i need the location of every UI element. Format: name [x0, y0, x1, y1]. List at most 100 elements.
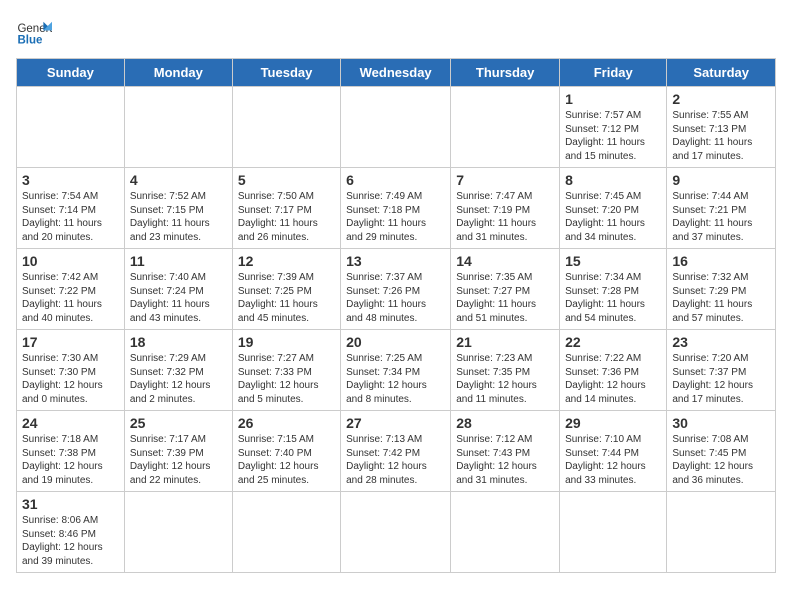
day-info: Sunrise: 7:25 AM Sunset: 7:34 PM Dayligh…	[346, 352, 445, 406]
week-row-4: 24 Sunrise: 7:18 AM Sunset: 7:38 PM Dayli…	[17, 411, 776, 492]
day-info: Sunrise: 7:32 AM Sunset: 7:29 PM Dayligh…	[672, 271, 770, 325]
calendar-cell: 18 Sunrise: 7:29 AM Sunset: 7:32 PM Dayli…	[124, 330, 232, 411]
day-info: Sunrise: 7:27 AM Sunset: 7:33 PM Dayligh…	[238, 352, 335, 406]
day-number: 20	[346, 334, 445, 350]
day-info: Sunrise: 7:34 AM Sunset: 7:28 PM Dayligh…	[565, 271, 661, 325]
day-number: 11	[130, 253, 227, 269]
calendar-cell: 23 Sunrise: 7:20 AM Sunset: 7:37 PM Dayli…	[667, 330, 776, 411]
day-info: Sunrise: 7:40 AM Sunset: 7:24 PM Dayligh…	[130, 271, 227, 325]
day-number: 27	[346, 415, 445, 431]
logo-icon: General Blue	[16, 16, 52, 52]
calendar-cell: 28 Sunrise: 7:12 AM Sunset: 7:43 PM Dayli…	[451, 411, 560, 492]
calendar-cell: 17 Sunrise: 7:30 AM Sunset: 7:30 PM Dayli…	[17, 330, 125, 411]
day-info: Sunrise: 8:06 AM Sunset: 8:46 PM Dayligh…	[22, 514, 119, 568]
calendar-cell: 6 Sunrise: 7:49 AM Sunset: 7:18 PM Daylig…	[341, 168, 451, 249]
calendar-cell: 11 Sunrise: 7:40 AM Sunset: 7:24 PM Dayli…	[124, 249, 232, 330]
calendar-cell: 22 Sunrise: 7:22 AM Sunset: 7:36 PM Dayli…	[560, 330, 667, 411]
calendar-cell: 26 Sunrise: 7:15 AM Sunset: 7:40 PM Dayli…	[232, 411, 340, 492]
day-info: Sunrise: 7:45 AM Sunset: 7:20 PM Dayligh…	[565, 190, 661, 244]
day-info: Sunrise: 7:35 AM Sunset: 7:27 PM Dayligh…	[456, 271, 554, 325]
calendar-cell: 27Sunrise: 7:13 AM Sunset: 7:42 PM Dayli…	[341, 411, 451, 492]
day-info: Sunrise: 7:37 AM Sunset: 7:26 PM Dayligh…	[346, 271, 445, 325]
calendar-cell: 4 Sunrise: 7:52 AM Sunset: 7:15 PM Daylig…	[124, 168, 232, 249]
weekday-header-thursday: Thursday	[451, 59, 560, 87]
day-number: 22	[565, 334, 661, 350]
day-info: Sunrise: 7:12 AM Sunset: 7:43 PM Dayligh…	[456, 433, 554, 487]
weekday-header-saturday: Saturday	[667, 59, 776, 87]
day-info: Sunrise: 7:49 AM Sunset: 7:18 PM Dayligh…	[346, 190, 445, 244]
calendar-cell: 1Sunrise: 7:57 AM Sunset: 7:12 PM Daylig…	[560, 87, 667, 168]
day-number: 5	[238, 172, 335, 188]
day-number: 29	[565, 415, 661, 431]
day-info: Sunrise: 7:47 AM Sunset: 7:19 PM Dayligh…	[456, 190, 554, 244]
week-row-5: 31Sunrise: 8:06 AM Sunset: 8:46 PM Dayli…	[17, 492, 776, 573]
week-row-1: 3Sunrise: 7:54 AM Sunset: 7:14 PM Daylig…	[17, 168, 776, 249]
day-info: Sunrise: 7:29 AM Sunset: 7:32 PM Dayligh…	[130, 352, 227, 406]
day-info: Sunrise: 7:52 AM Sunset: 7:15 PM Dayligh…	[130, 190, 227, 244]
calendar-cell: 13 Sunrise: 7:37 AM Sunset: 7:26 PM Dayli…	[341, 249, 451, 330]
week-row-2: 10Sunrise: 7:42 AM Sunset: 7:22 PM Dayli…	[17, 249, 776, 330]
day-info: Sunrise: 7:30 AM Sunset: 7:30 PM Dayligh…	[22, 352, 119, 406]
day-info: Sunrise: 7:44 AM Sunset: 7:21 PM Dayligh…	[672, 190, 770, 244]
day-number: 15	[565, 253, 661, 269]
day-info: Sunrise: 7:15 AM Sunset: 7:40 PM Dayligh…	[238, 433, 335, 487]
header: General Blue	[16, 16, 776, 52]
day-number: 25	[130, 415, 227, 431]
day-number: 23	[672, 334, 770, 350]
day-number: 26	[238, 415, 335, 431]
calendar-cell: 3Sunrise: 7:54 AM Sunset: 7:14 PM Daylig…	[17, 168, 125, 249]
calendar-cell: 15 Sunrise: 7:34 AM Sunset: 7:28 PM Dayli…	[560, 249, 667, 330]
day-info: Sunrise: 7:57 AM Sunset: 7:12 PM Dayligh…	[565, 109, 661, 163]
weekday-header-tuesday: Tuesday	[232, 59, 340, 87]
day-number: 28	[456, 415, 554, 431]
calendar-cell	[232, 87, 340, 168]
calendar-cell: 5 Sunrise: 7:50 AM Sunset: 7:17 PM Daylig…	[232, 168, 340, 249]
calendar-cell	[451, 87, 560, 168]
day-number: 17	[22, 334, 119, 350]
day-number: 21	[456, 334, 554, 350]
week-row-0: 1Sunrise: 7:57 AM Sunset: 7:12 PM Daylig…	[17, 87, 776, 168]
day-number: 6	[346, 172, 445, 188]
day-info: Sunrise: 7:39 AM Sunset: 7:25 PM Dayligh…	[238, 271, 335, 325]
day-number: 7	[456, 172, 554, 188]
day-number: 24	[22, 415, 119, 431]
day-number: 16	[672, 253, 770, 269]
day-number: 13	[346, 253, 445, 269]
calendar-cell: 7 Sunrise: 7:47 AM Sunset: 7:19 PM Daylig…	[451, 168, 560, 249]
day-info: Sunrise: 7:18 AM Sunset: 7:38 PM Dayligh…	[22, 433, 119, 487]
day-info: Sunrise: 7:08 AM Sunset: 7:45 PM Dayligh…	[672, 433, 770, 487]
day-number: 9	[672, 172, 770, 188]
calendar-table: SundayMondayTuesdayWednesdayThursdayFrid…	[16, 58, 776, 573]
day-number: 14	[456, 253, 554, 269]
day-info: Sunrise: 7:17 AM Sunset: 7:39 PM Dayligh…	[130, 433, 227, 487]
calendar-cell: 9 Sunrise: 7:44 AM Sunset: 7:21 PM Daylig…	[667, 168, 776, 249]
day-number: 2	[672, 91, 770, 107]
day-number: 19	[238, 334, 335, 350]
calendar-cell: 2Sunrise: 7:55 AM Sunset: 7:13 PM Daylig…	[667, 87, 776, 168]
day-number: 18	[130, 334, 227, 350]
calendar-cell: 8Sunrise: 7:45 AM Sunset: 7:20 PM Daylig…	[560, 168, 667, 249]
day-number: 3	[22, 172, 119, 188]
calendar-cell: 24 Sunrise: 7:18 AM Sunset: 7:38 PM Dayli…	[17, 411, 125, 492]
day-info: Sunrise: 7:20 AM Sunset: 7:37 PM Dayligh…	[672, 352, 770, 406]
calendar-cell: 20 Sunrise: 7:25 AM Sunset: 7:34 PM Dayli…	[341, 330, 451, 411]
calendar-cell	[124, 492, 232, 573]
week-row-3: 17 Sunrise: 7:30 AM Sunset: 7:30 PM Dayli…	[17, 330, 776, 411]
calendar-cell: 21 Sunrise: 7:23 AM Sunset: 7:35 PM Dayli…	[451, 330, 560, 411]
calendar-cell: 31Sunrise: 8:06 AM Sunset: 8:46 PM Dayli…	[17, 492, 125, 573]
day-info: Sunrise: 7:22 AM Sunset: 7:36 PM Dayligh…	[565, 352, 661, 406]
day-info: Sunrise: 7:50 AM Sunset: 7:17 PM Dayligh…	[238, 190, 335, 244]
calendar-cell	[451, 492, 560, 573]
calendar-cell: 19 Sunrise: 7:27 AM Sunset: 7:33 PM Dayli…	[232, 330, 340, 411]
calendar-cell	[124, 87, 232, 168]
day-number: 4	[130, 172, 227, 188]
day-number: 10	[22, 253, 119, 269]
svg-text:Blue: Blue	[17, 34, 43, 46]
day-number: 12	[238, 253, 335, 269]
calendar-cell	[232, 492, 340, 573]
weekday-header-row: SundayMondayTuesdayWednesdayThursdayFrid…	[17, 59, 776, 87]
day-number: 30	[672, 415, 770, 431]
calendar-cell: 14 Sunrise: 7:35 AM Sunset: 7:27 PM Dayli…	[451, 249, 560, 330]
weekday-header-monday: Monday	[124, 59, 232, 87]
day-info: Sunrise: 7:23 AM Sunset: 7:35 PM Dayligh…	[456, 352, 554, 406]
